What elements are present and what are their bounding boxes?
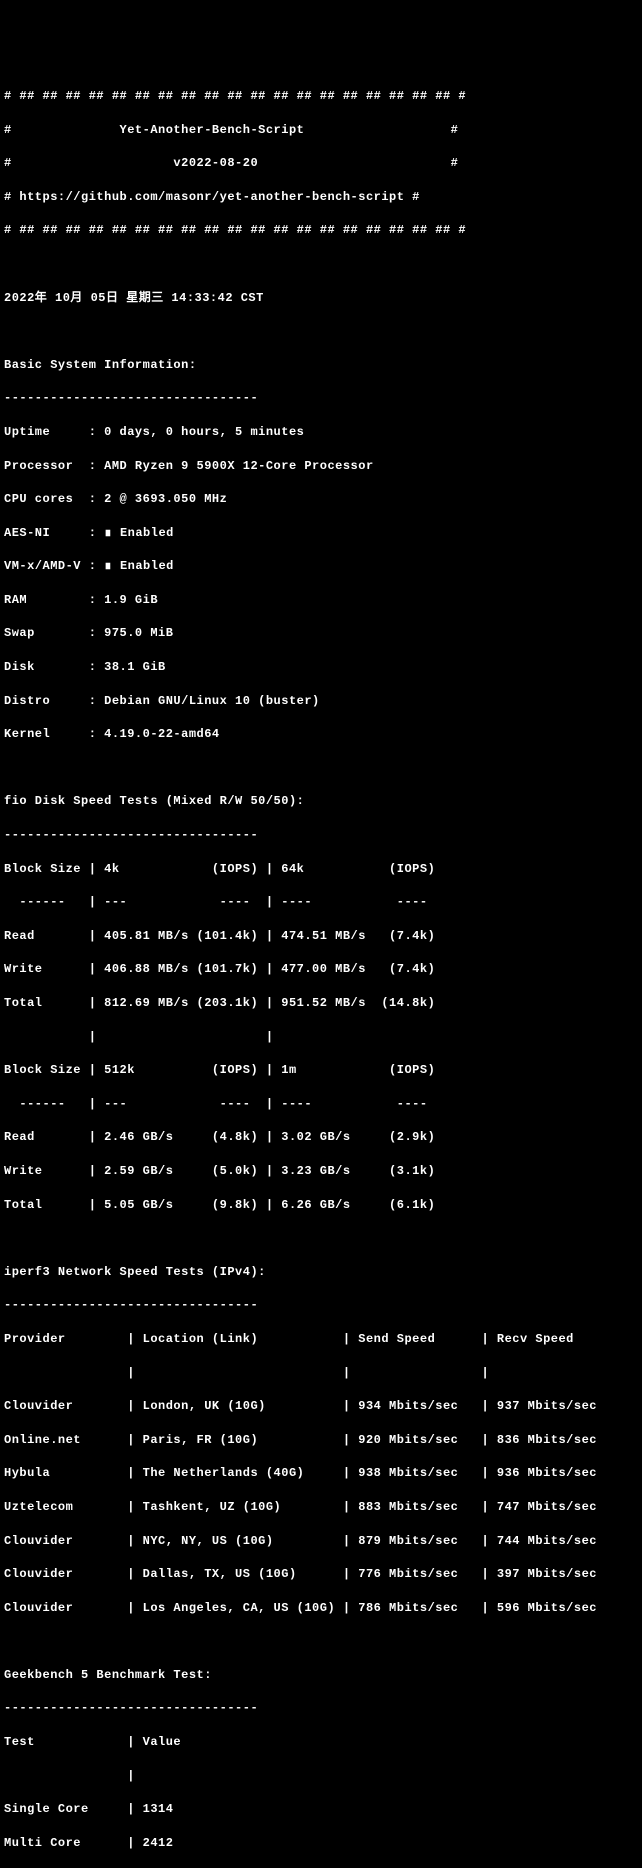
separator: ---------------------------------: [4, 827, 642, 844]
fio-table-sep: ------ | --- ---- | ---- ----: [4, 894, 642, 911]
sys-distro: Distro : Debian GNU/Linux 10 (buster): [4, 693, 642, 710]
gb-single-core: Single Core | 1314: [4, 1801, 642, 1818]
fio-read-row: Read | 405.81 MB/s (101.4k) | 474.51 MB/…: [4, 928, 642, 945]
separator: ---------------------------------: [4, 390, 642, 407]
gb-blank-row: |: [4, 1768, 642, 1785]
sys-processor: Processor : AMD Ryzen 9 5900X 12-Core Pr…: [4, 458, 642, 475]
banner-version: # v2022-08-20 #: [4, 155, 642, 172]
sys-vmx: VM-x/AMD-V : ∎ Enabled: [4, 558, 642, 575]
fio-total-row: Total | 812.69 MB/s (203.1k) | 951.52 MB…: [4, 995, 642, 1012]
net-table-header: Provider | Location (Link) | Send Speed …: [4, 1331, 642, 1348]
fio-table-header: Block Size | 512k (IOPS) | 1m (IOPS): [4, 1062, 642, 1079]
section-title-iperf: iperf3 Network Speed Tests (IPv4):: [4, 1264, 642, 1281]
net-row: Hybula | The Netherlands (40G) | 938 Mbi…: [4, 1465, 642, 1482]
separator: ---------------------------------: [4, 1297, 642, 1314]
banner-url: # https://github.com/masonr/yet-another-…: [4, 189, 642, 206]
fio-blank-row: | |: [4, 1029, 642, 1046]
separator: ---------------------------------: [4, 1700, 642, 1717]
section-title-fio: fio Disk Speed Tests (Mixed R/W 50/50):: [4, 793, 642, 810]
banner-title: # Yet-Another-Bench-Script #: [4, 122, 642, 139]
banner-line: # ## ## ## ## ## ## ## ## ## ## ## ## ##…: [4, 88, 642, 105]
fio-read-row: Read | 2.46 GB/s (4.8k) | 3.02 GB/s (2.9…: [4, 1129, 642, 1146]
section-title-geekbench: Geekbench 5 Benchmark Test:: [4, 1667, 642, 1684]
net-row: Clouvider | London, UK (10G) | 934 Mbits…: [4, 1398, 642, 1415]
fio-total-row: Total | 5.05 GB/s (9.8k) | 6.26 GB/s (6.…: [4, 1197, 642, 1214]
sys-aesni: AES-NI : ∎ Enabled: [4, 525, 642, 542]
sys-ram: RAM : 1.9 GiB: [4, 592, 642, 609]
sys-uptime: Uptime : 0 days, 0 hours, 5 minutes: [4, 424, 642, 441]
net-row: Online.net | Paris, FR (10G) | 920 Mbits…: [4, 1432, 642, 1449]
section-title-sysinfo: Basic System Information:: [4, 357, 642, 374]
sys-cores: CPU cores : 2 @ 3693.050 MHz: [4, 491, 642, 508]
gb-multi-core: Multi Core | 2412: [4, 1835, 642, 1852]
net-row: Clouvider | Los Angeles, CA, US (10G) | …: [4, 1600, 642, 1617]
fio-table-header: Block Size | 4k (IOPS) | 64k (IOPS): [4, 861, 642, 878]
timestamp-line: 2022年 10月 05日 星期三 14:33:42 CST: [4, 290, 642, 307]
terminal-output: # ## ## ## ## ## ## ## ## ## ## ## ## ##…: [4, 71, 642, 1868]
sys-kernel: Kernel : 4.19.0-22-amd64: [4, 726, 642, 743]
gb-table-header: Test | Value: [4, 1734, 642, 1751]
fio-table-sep: ------ | --- ---- | ---- ----: [4, 1096, 642, 1113]
sys-swap: Swap : 975.0 MiB: [4, 625, 642, 642]
net-row: Clouvider | Dallas, TX, US (10G) | 776 M…: [4, 1566, 642, 1583]
banner-line: # ## ## ## ## ## ## ## ## ## ## ## ## ##…: [4, 222, 642, 239]
net-row: Uztelecom | Tashkent, UZ (10G) | 883 Mbi…: [4, 1499, 642, 1516]
sys-disk: Disk : 38.1 GiB: [4, 659, 642, 676]
fio-write-row: Write | 406.88 MB/s (101.7k) | 477.00 MB…: [4, 961, 642, 978]
net-blank-row: | | |: [4, 1365, 642, 1382]
fio-write-row: Write | 2.59 GB/s (5.0k) | 3.23 GB/s (3.…: [4, 1163, 642, 1180]
net-row: Clouvider | NYC, NY, US (10G) | 879 Mbit…: [4, 1533, 642, 1550]
